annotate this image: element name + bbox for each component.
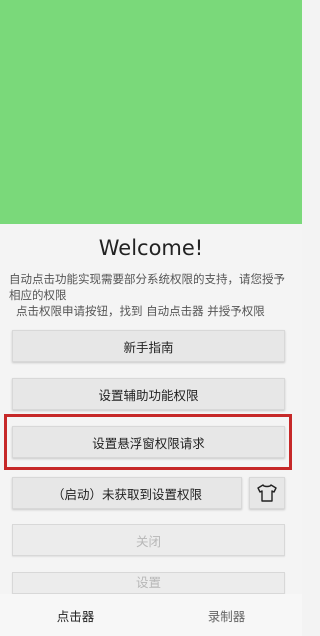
permission-instruction: 点击权限申请按钮，找到 自动点击器 并授予权限 (16, 304, 265, 318)
guide-button[interactable]: 新手指南 (12, 330, 285, 362)
close-button[interactable]: 关闭 (12, 524, 285, 556)
theme-button[interactable] (249, 477, 285, 509)
settings-button[interactable]: 设置 (12, 572, 285, 594)
highlight-box (4, 414, 292, 470)
shirt-icon (257, 484, 277, 502)
tab-recorder[interactable]: 录制器 (151, 594, 302, 636)
accessibility-permission-button[interactable]: 设置辅助功能权限 (12, 378, 285, 410)
permission-description: 自动点击功能实现需要部分系统权限的支持，请您授予相应的权限 (9, 272, 285, 302)
start-button[interactable]: （启动）未获取到设置权限 (12, 477, 242, 509)
tab-clicker[interactable]: 点击器 (0, 594, 151, 636)
bottom-tab-bar: 点击器 录制器 (0, 594, 302, 636)
top-banner (0, 0, 302, 224)
welcome-title: Welcome! (98, 236, 204, 260)
